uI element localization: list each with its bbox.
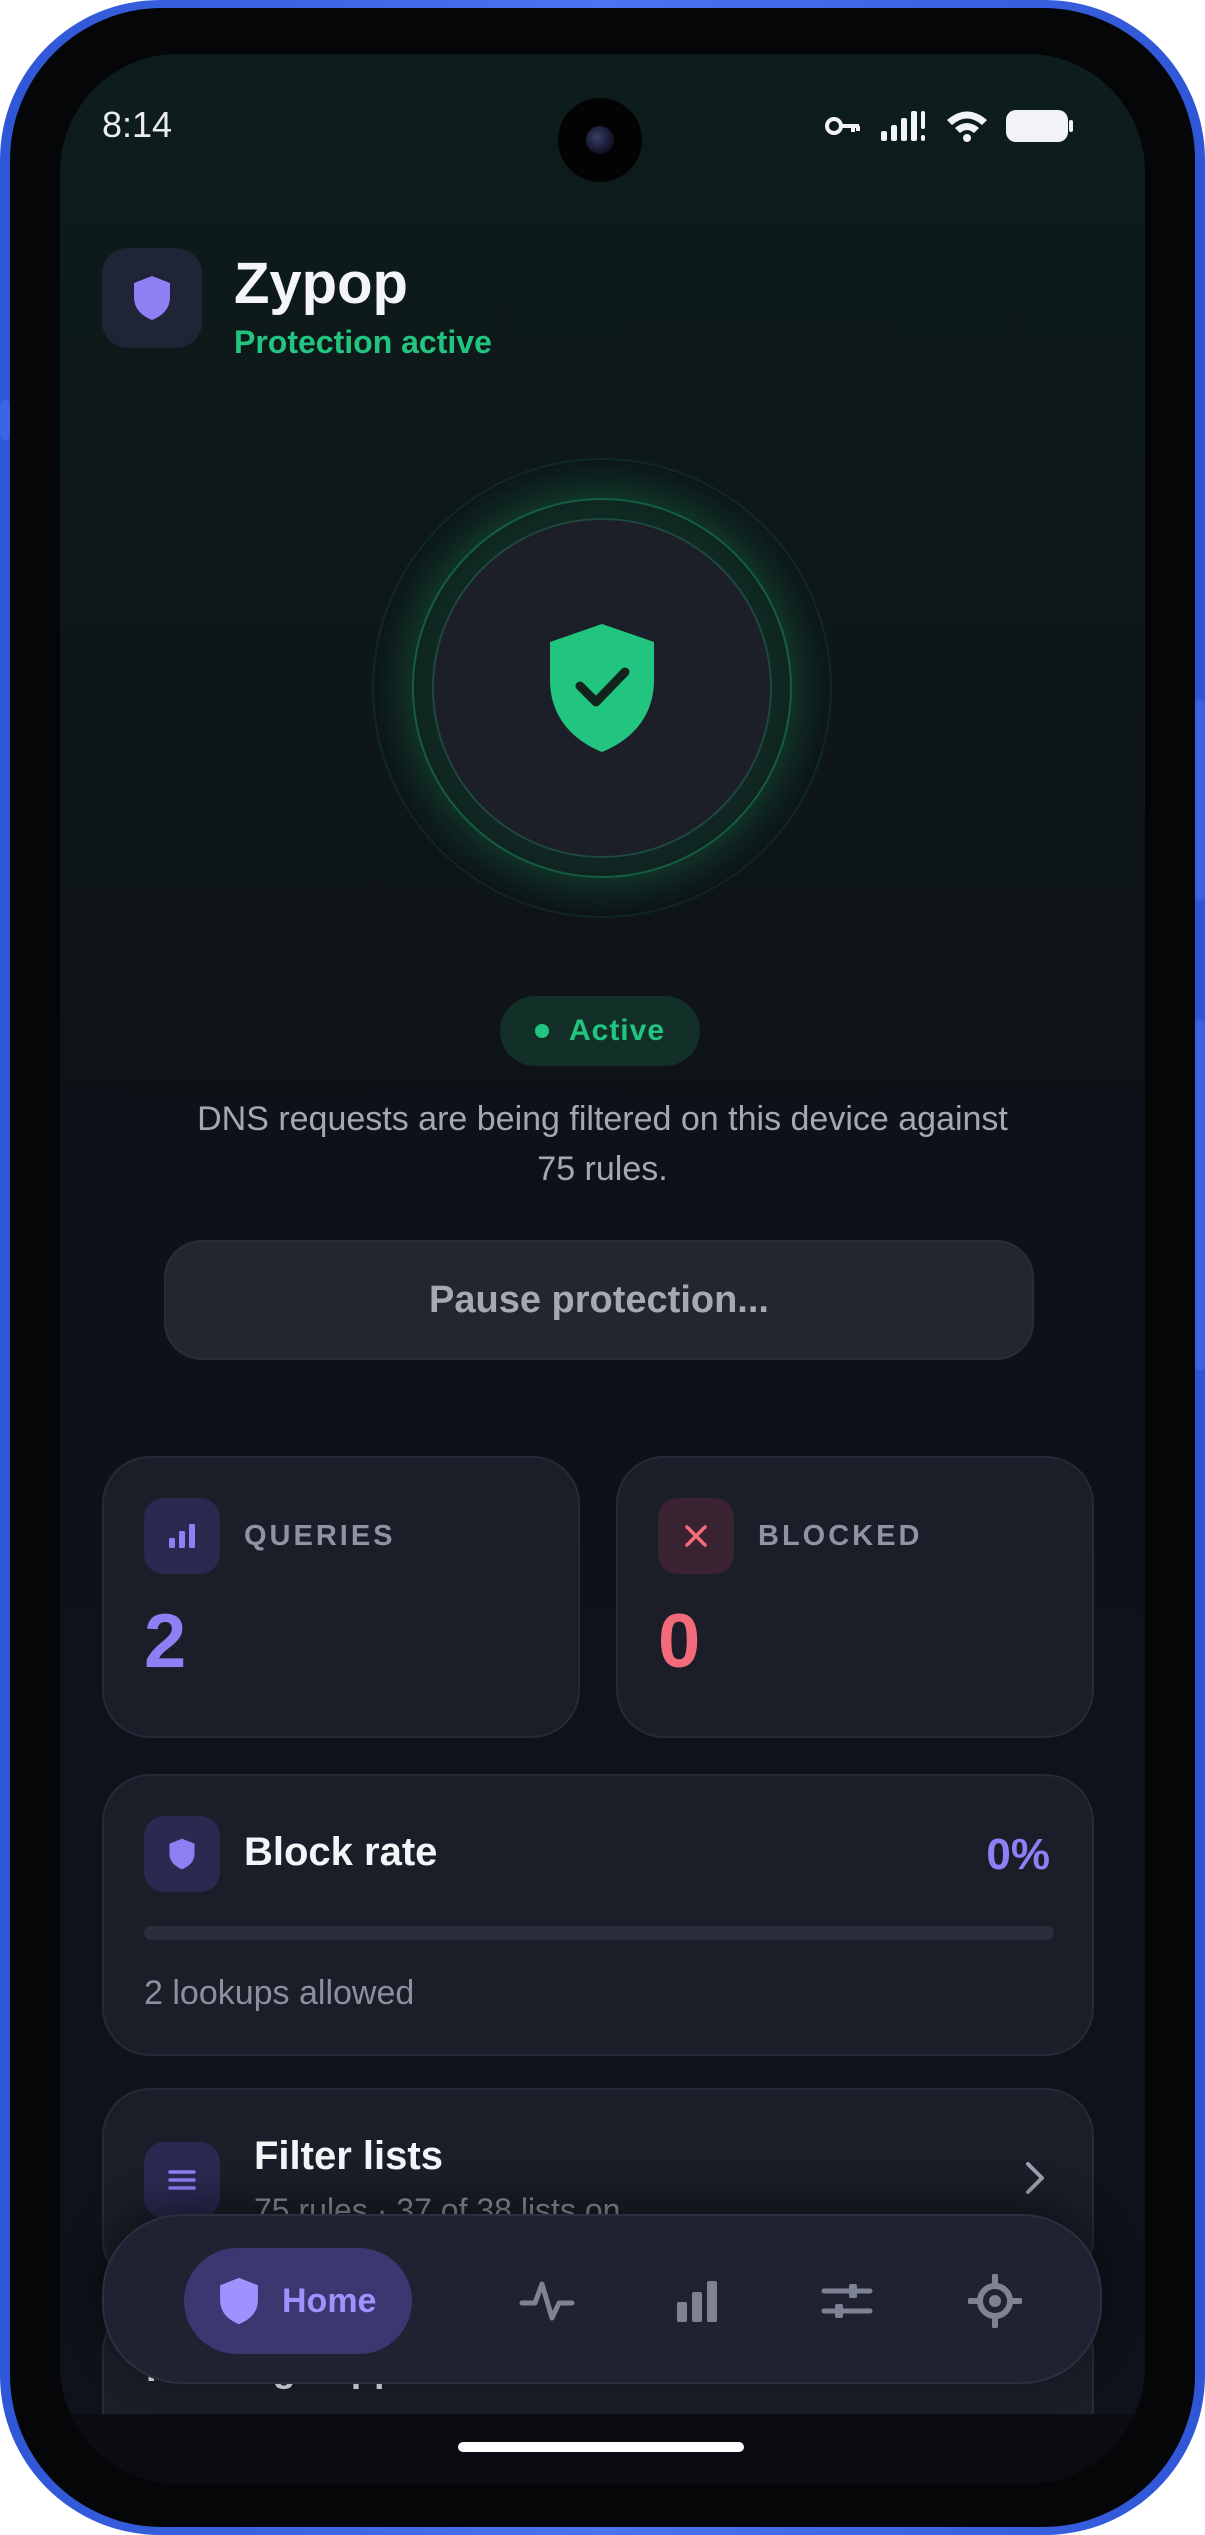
block-rate-icon-box (144, 1816, 220, 1892)
close-icon (685, 1525, 707, 1547)
block-rate-note: 2 lookups allowed (144, 1974, 415, 2012)
blocked-label: BLOCKED (758, 1520, 923, 1552)
queries-label: QUERIES (244, 1520, 396, 1552)
power-button (1195, 1020, 1205, 1370)
filter-lists-icon-box (144, 2142, 220, 2218)
nav-home-tab[interactable]: Home (184, 2248, 412, 2354)
shield-button[interactable] (432, 518, 772, 858)
action-button (0, 400, 10, 440)
block-rate-percent: 0% (986, 1830, 1050, 1879)
pause-protection-button[interactable]: Pause protection... (164, 1240, 1034, 1360)
status-bar: 8:14 (60, 54, 1145, 194)
protection-status-subtitle: Protection active (234, 324, 492, 360)
app-screen: 8:14 Zypop Protection active Active DNS … (60, 54, 1145, 2484)
status-time: 8:14 (102, 104, 173, 145)
queries-value: 2 (144, 1599, 187, 1684)
bottom-nav: Home (102, 2214, 1102, 2384)
queries-icon-box (144, 1498, 220, 1574)
nav-activity-tab[interactable] (514, 2268, 580, 2334)
app-logo (102, 248, 202, 348)
nav-settings-tab[interactable] (962, 2268, 1028, 2334)
status-icons (825, 106, 1075, 146)
nav-stats-tab[interactable] (664, 2268, 730, 2334)
shield-check-icon (550, 624, 654, 752)
location-icon (968, 2274, 1022, 2328)
status-dot (534, 1024, 549, 1038)
settings-sliders-icon (821, 2284, 873, 2318)
protection-description: DNS requests are being filtered on this … (197, 1100, 1008, 1188)
shield-icon (134, 276, 170, 320)
bar-chart-icon (169, 1524, 195, 1548)
filter-lists-title: Filter lists (254, 2134, 443, 2178)
home-indicator[interactable] (458, 2442, 744, 2452)
volume-up-button (1195, 700, 1205, 900)
app-header: Zypop Protection active (102, 248, 802, 360)
nav-home-label: Home (282, 2281, 377, 2320)
protection-toggle[interactable] (372, 458, 832, 918)
shield-icon (220, 2277, 258, 2325)
block-rate-progress (144, 1926, 1054, 1940)
block-rate-title: Block rate (244, 1830, 438, 1874)
stats-icon (677, 2281, 717, 2322)
blocked-card: BLOCKED 0 (616, 1456, 1094, 1738)
blocked-value: 0 (658, 1599, 701, 1684)
vpn-key-icon (825, 114, 863, 138)
cellular-signal-icon (879, 109, 929, 143)
status-badge-label: Active (568, 1014, 666, 1047)
queries-card: QUERIES 2 (102, 1456, 580, 1738)
phone-frame: 8:14 Zypop Protection active Active DNS … (0, 0, 1205, 2535)
chevron-right-icon (1024, 2160, 1046, 2201)
nav-filters-tab[interactable] (814, 2268, 880, 2334)
shield-icon (169, 1838, 195, 1870)
list-icon (168, 2170, 196, 2190)
wifi-icon (945, 109, 989, 143)
battery-icon (1005, 109, 1075, 143)
block-rate-card: Block rate 0% 2 lookups allowed (102, 1774, 1094, 2056)
app-title: Zypop (234, 251, 408, 316)
blocked-icon-box (658, 1498, 734, 1574)
activity-icon (519, 2281, 575, 2321)
status-badge: Active (500, 996, 700, 1066)
front-camera (558, 98, 642, 182)
